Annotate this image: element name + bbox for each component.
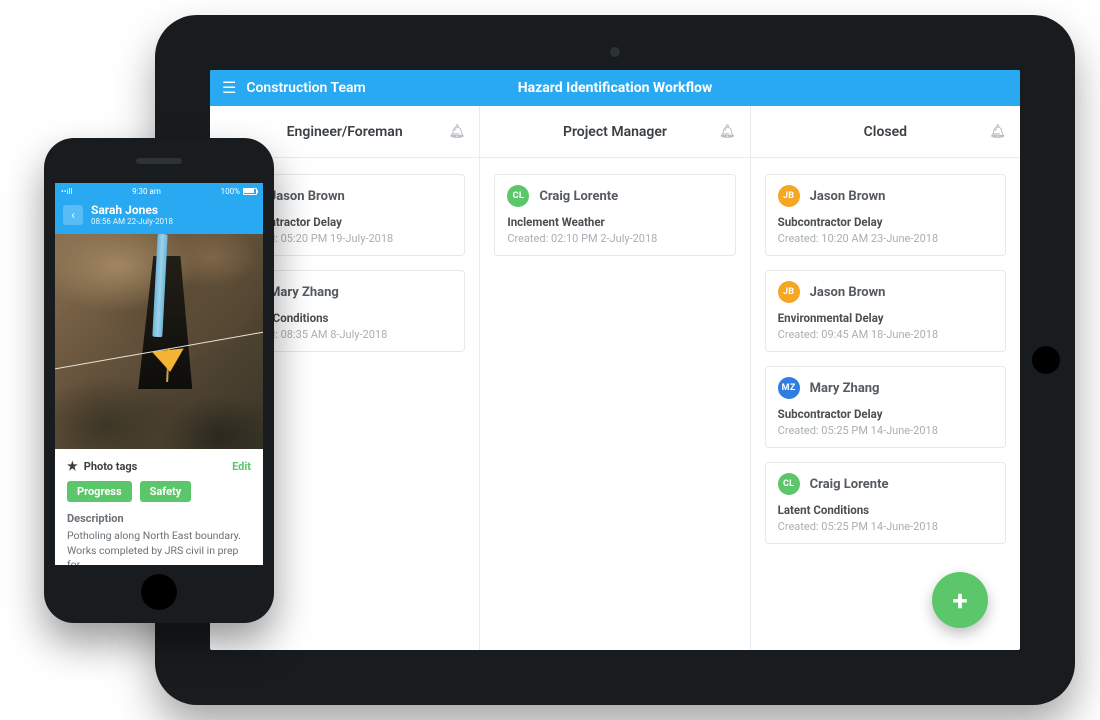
card-meta: Created: 09:45 AM 18-June-2018	[778, 328, 993, 341]
photo-tags-section: ★︎ Photo tags Edit Progress Safety	[55, 449, 263, 508]
column-title: Closed	[864, 124, 907, 140]
description-body: Potholing along North East boundary. Wor…	[67, 529, 251, 565]
card-meta: Created: 05:25 PM 14-June-2018	[778, 424, 993, 437]
status-bar: ••ıll 9:30 am 100%	[55, 183, 263, 199]
plus-icon: +	[952, 584, 967, 617]
column-title: Project Manager	[563, 124, 667, 140]
status-time: 9:30 am	[132, 187, 161, 196]
hazard-card[interactable]: CL Craig Lorente Latent Conditions Creat…	[765, 462, 1006, 544]
back-button[interactable]: ‹	[63, 205, 83, 225]
column-body: JB Jason Brown Subcontractor Delay Creat…	[751, 158, 1020, 560]
card-person: Jason Brown	[810, 285, 886, 300]
signal-icon: ••ıll	[61, 187, 72, 196]
author-name: Sarah Jones	[91, 203, 173, 217]
edit-tags-button[interactable]: Edit	[232, 460, 251, 473]
card-person: Jason Brown	[810, 189, 886, 204]
bell-icon[interactable]: 🔔︎	[989, 124, 1006, 139]
tablet-home-button[interactable]	[1032, 346, 1060, 374]
battery-text: 100%	[221, 187, 240, 196]
card-subject: Inclement Weather	[507, 215, 722, 229]
phone-home-button[interactable]	[141, 574, 177, 610]
hazard-flag-icon	[152, 349, 186, 374]
card-meta: Created: 05:25 PM 14-June-2018	[778, 520, 993, 533]
team-name[interactable]: Construction Team	[246, 80, 365, 96]
site-photo[interactable]	[55, 234, 263, 449]
tablet-device-frame: ☰ Construction Team Hazard Identificatio…	[155, 15, 1075, 705]
kanban-columns: Engineer/Foreman 🔔︎ JB Jason Brown Subco…	[210, 106, 1020, 650]
column-title: Engineer/Foreman	[287, 124, 403, 140]
card-subject: Environmental Delay	[778, 311, 993, 325]
phone-device-frame: ••ıll 9:30 am 100% ‹ Sarah Jones 08:56 A…	[44, 138, 274, 623]
column-project-manager: Project Manager 🔔︎ CL Craig Lorente Incl…	[479, 106, 749, 650]
menu-icon[interactable]: ☰	[222, 80, 236, 96]
avatar: JB	[778, 281, 800, 303]
kanban-header: ☰ Construction Team Hazard Identificatio…	[210, 70, 1020, 106]
add-hazard-button[interactable]: +	[932, 572, 988, 628]
card-person: Mary Zhang	[269, 285, 339, 300]
card-meta: Created: 10:20 AM 23-June-2018	[778, 232, 993, 245]
column-closed: Closed 🔔︎ JB Jason Brown Subcontractor D…	[750, 106, 1020, 650]
hazard-card[interactable]: JB Jason Brown Environmental Delay Creat…	[765, 270, 1006, 352]
card-person: Craig Lorente	[539, 189, 618, 204]
tag-chip-progress[interactable]: Progress	[67, 481, 132, 502]
avatar: JB	[778, 185, 800, 207]
card-meta: Created: 02:10 PM 2-July-2018	[507, 232, 722, 245]
column-header: Project Manager 🔔︎	[480, 106, 749, 158]
description-heading: Description	[67, 512, 251, 525]
card-person: Craig Lorente	[810, 477, 889, 492]
hazard-card[interactable]: MZ Mary Zhang Subcontractor Delay Create…	[765, 366, 1006, 448]
hazard-card[interactable]: CL Craig Lorente Inclement Weather Creat…	[494, 174, 735, 256]
photo-description-section: Description Potholing along North East b…	[55, 508, 263, 565]
card-subject: Latent Conditions	[778, 503, 993, 517]
avatar: CL	[507, 185, 529, 207]
tags-label: Photo tags	[84, 460, 138, 473]
author-timestamp: 08:56 AM 22-July-2018	[91, 217, 173, 226]
battery-icon	[243, 188, 257, 195]
phone-speaker	[136, 158, 182, 164]
card-subject: Subcontractor Delay	[778, 215, 993, 229]
avatar: MZ	[778, 377, 800, 399]
bell-icon[interactable]: 🔔︎	[449, 124, 466, 139]
column-header: Closed 🔔︎	[751, 106, 1020, 158]
avatar: CL	[778, 473, 800, 495]
card-subject: Subcontractor Delay	[778, 407, 993, 421]
column-body: CL Craig Lorente Inclement Weather Creat…	[480, 158, 749, 272]
tablet-camera	[610, 47, 620, 57]
card-person: Jason Brown	[269, 189, 345, 204]
bell-icon[interactable]: 🔔︎	[719, 124, 736, 139]
tag-icon: ★︎	[67, 459, 78, 473]
tag-chips: Progress Safety	[67, 481, 251, 502]
tag-chip-safety[interactable]: Safety	[140, 481, 192, 502]
tablet-screen: ☰ Construction Team Hazard Identificatio…	[210, 70, 1020, 650]
photo-detail-header: ‹ Sarah Jones 08:56 AM 22-July-2018	[55, 199, 263, 234]
hazard-card[interactable]: JB Jason Brown Subcontractor Delay Creat…	[765, 174, 1006, 256]
phone-screen: ••ıll 9:30 am 100% ‹ Sarah Jones 08:56 A…	[55, 183, 263, 565]
card-person: Mary Zhang	[810, 381, 880, 396]
